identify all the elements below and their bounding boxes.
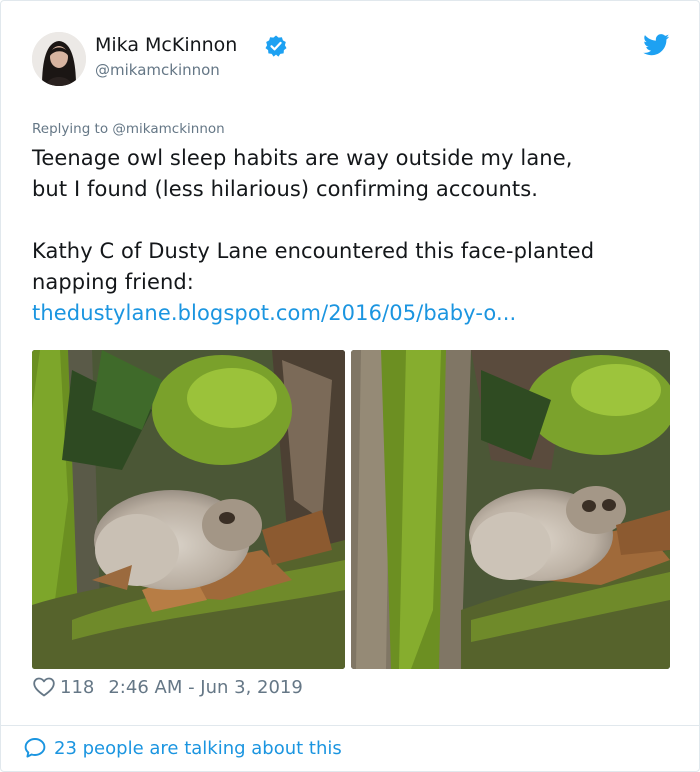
tweet-link[interactable]: thedustylane.blogspot.com/2016/05/baby-o… — [32, 298, 672, 329]
like-count[interactable]: 118 — [60, 677, 94, 698]
tweet-text-line: Kathy C of Dusty Lane encountered this f… — [32, 239, 595, 263]
tweet-text: Teenage owl sleep habits are way outside… — [32, 143, 672, 329]
tweet-text-line: but I found (less hilarious) confirming … — [32, 177, 539, 201]
owl-photo-right[interactable] — [351, 350, 670, 669]
tweet-text-line: Teenage owl sleep habits are way outside… — [32, 146, 573, 170]
tweet-timestamp[interactable]: 2:46 AM - Jun 3, 2019 — [108, 677, 302, 698]
avatar[interactable] — [32, 32, 86, 86]
replying-to[interactable]: Replying to @mikamckinnon — [32, 121, 225, 137]
author-handle[interactable]: @mikamckinnon — [95, 61, 220, 79]
speech-bubble-icon — [24, 738, 46, 758]
author-name[interactable]: Mika McKinnon — [95, 34, 237, 56]
verified-badge-icon — [265, 35, 287, 57]
heart-icon[interactable] — [32, 675, 56, 699]
tweet-card: Mika McKinnon @mikamckinnon Replying to … — [0, 0, 700, 772]
owl-photo-left[interactable] — [32, 350, 345, 669]
divider — [1, 725, 700, 726]
conversation-text[interactable]: 23 people are talking about this — [54, 738, 342, 759]
tweet-text-line: napping friend: — [32, 270, 194, 294]
conversation-link[interactable]: 23 people are talking about this — [23, 736, 342, 760]
twitter-bird-icon[interactable] — [643, 34, 670, 56]
tweet-meta: 118 2:46 AM - Jun 3, 2019 — [32, 674, 303, 700]
photo-grid — [32, 350, 670, 669]
